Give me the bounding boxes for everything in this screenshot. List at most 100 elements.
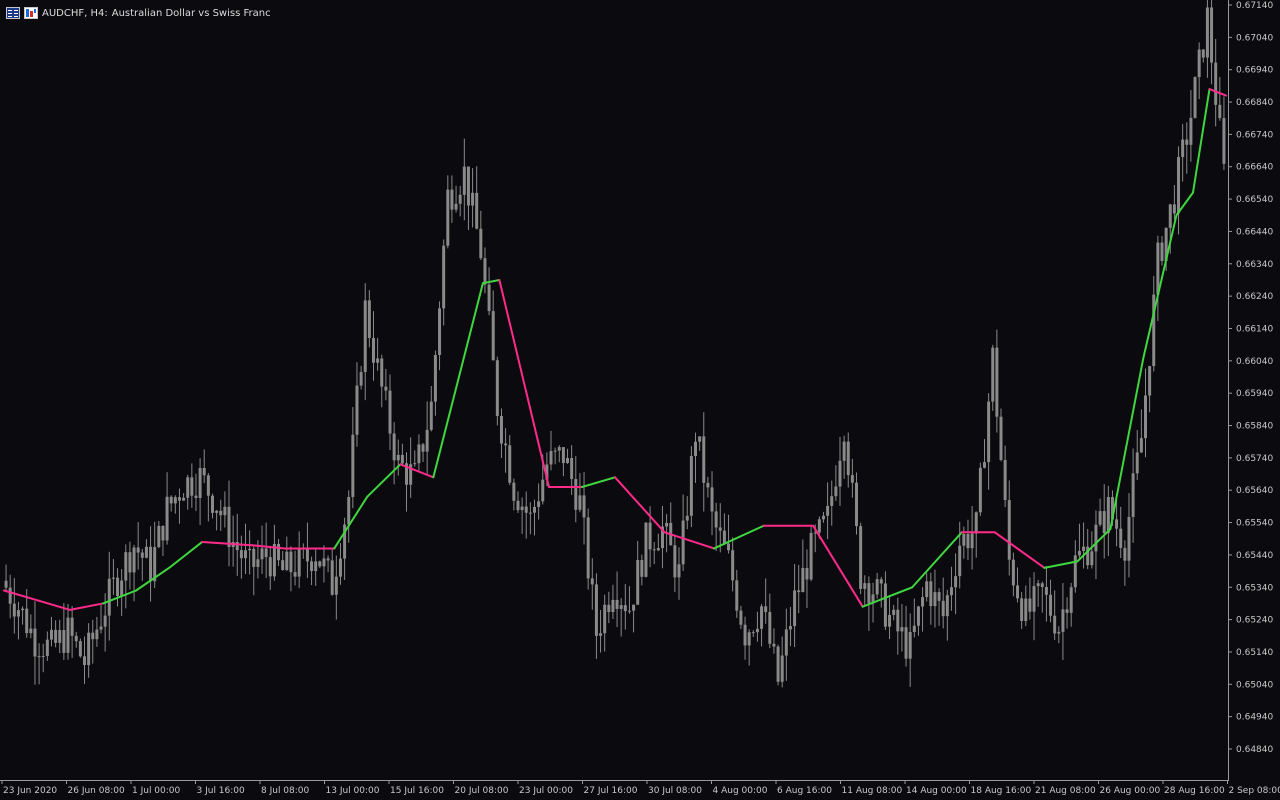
candle-body	[731, 550, 735, 581]
candle-body	[900, 627, 904, 632]
candle-body	[764, 606, 768, 613]
candle-body	[1131, 473, 1135, 517]
trend-segment	[580, 476, 616, 488]
price-label: 0.66240	[1236, 292, 1273, 302]
candle-body	[508, 445, 512, 483]
candle-body	[182, 497, 186, 501]
candle-body	[578, 495, 582, 510]
candle-body	[78, 641, 82, 657]
candle-body	[1020, 598, 1024, 622]
candle-body	[1197, 49, 1201, 78]
candle-body	[1090, 551, 1094, 566]
price-chart[interactable]: 0.67140 0.67040 0.66940 0.66840 0.66740 0.666…	[0, 0, 1280, 800]
candle-body	[1003, 459, 1007, 501]
candle-body	[347, 496, 351, 525]
candle-body	[883, 583, 887, 627]
candle-body	[367, 300, 371, 338]
candle-body	[1123, 547, 1127, 561]
candle-body	[1053, 615, 1057, 634]
candle-body	[326, 558, 330, 561]
price-label: 0.66840	[1236, 98, 1273, 108]
candle-body	[124, 552, 128, 581]
candle-body	[285, 551, 289, 571]
candle-body	[834, 486, 838, 497]
candle-body	[396, 454, 400, 461]
candle-body	[1061, 609, 1065, 632]
chart-area[interactable]: 0.67140 0.67040 0.66940 0.66840 0.66740 0.666…	[0, 0, 1280, 800]
trend-segment	[69, 602, 105, 611]
trend-segment	[1142, 214, 1178, 359]
candle-body	[314, 561, 318, 572]
candle-body	[512, 482, 516, 501]
candle-body	[933, 592, 937, 607]
candle-body	[1102, 511, 1106, 534]
candle-body	[652, 549, 656, 551]
candle-body	[1007, 500, 1011, 560]
candle-body	[140, 552, 144, 558]
candle-body	[875, 579, 879, 595]
trend-segment	[993, 531, 1046, 569]
candle-body	[541, 479, 545, 502]
candle-body	[784, 629, 788, 656]
candle-body	[995, 347, 999, 417]
candle-body	[710, 487, 714, 512]
chart-window-menu-icon[interactable]	[6, 7, 20, 19]
price-label: 0.66040	[1236, 357, 1273, 367]
candle-body	[433, 354, 437, 402]
candle-body	[685, 515, 689, 521]
candle-body	[363, 300, 367, 373]
candle-body	[850, 475, 854, 483]
candle-body	[867, 583, 871, 604]
candle-body	[1148, 366, 1152, 396]
candle-body	[70, 617, 74, 636]
candle-body	[1135, 452, 1139, 474]
candle-body	[95, 629, 99, 640]
candle-body	[351, 434, 355, 497]
candle-body	[417, 444, 421, 464]
time-label: 28 Aug 16:00	[1164, 786, 1225, 796]
candle-body	[1185, 139, 1189, 145]
candle-body	[978, 467, 982, 513]
candle-body	[772, 643, 776, 647]
candle-body	[970, 533, 974, 549]
candle-body	[1082, 546, 1086, 551]
candle-body	[425, 429, 429, 452]
price-label: 0.65540	[1236, 519, 1273, 529]
candle-body	[380, 358, 384, 387]
candle-body	[1040, 583, 1044, 587]
candle-body	[1172, 204, 1176, 214]
candle-body	[116, 577, 120, 597]
candle-body	[743, 624, 747, 646]
candle-body	[462, 166, 466, 195]
candle-body	[532, 506, 536, 513]
candle-body	[805, 567, 809, 580]
candle-body	[648, 522, 652, 550]
candle-body	[165, 496, 169, 541]
candle-body	[966, 533, 970, 549]
candle-body	[722, 530, 726, 544]
time-label: 14 Aug 00:00	[906, 786, 967, 796]
candle-body	[1094, 524, 1098, 552]
candle-body	[128, 552, 132, 573]
candle-body	[355, 385, 359, 435]
trend-segment	[498, 278, 550, 488]
candle-body	[838, 460, 842, 487]
candle-body	[817, 519, 821, 533]
candle-body	[706, 482, 710, 488]
candle-body	[1201, 49, 1205, 58]
candle-body	[173, 497, 177, 504]
candle-body	[566, 458, 570, 464]
candle-body	[570, 458, 574, 480]
candle-body	[4, 580, 8, 588]
candle-body	[553, 450, 557, 452]
time-label: 3 Jul 16:00	[197, 786, 246, 796]
candle-body	[896, 609, 900, 632]
candle-body	[260, 548, 264, 560]
candle-body	[846, 441, 850, 476]
candle-body	[537, 501, 541, 507]
indicator-icon[interactable]	[24, 7, 38, 19]
candle-body	[198, 468, 202, 498]
candle-body	[665, 522, 669, 527]
price-label: 0.65040	[1236, 680, 1273, 690]
candle-body	[223, 506, 227, 516]
